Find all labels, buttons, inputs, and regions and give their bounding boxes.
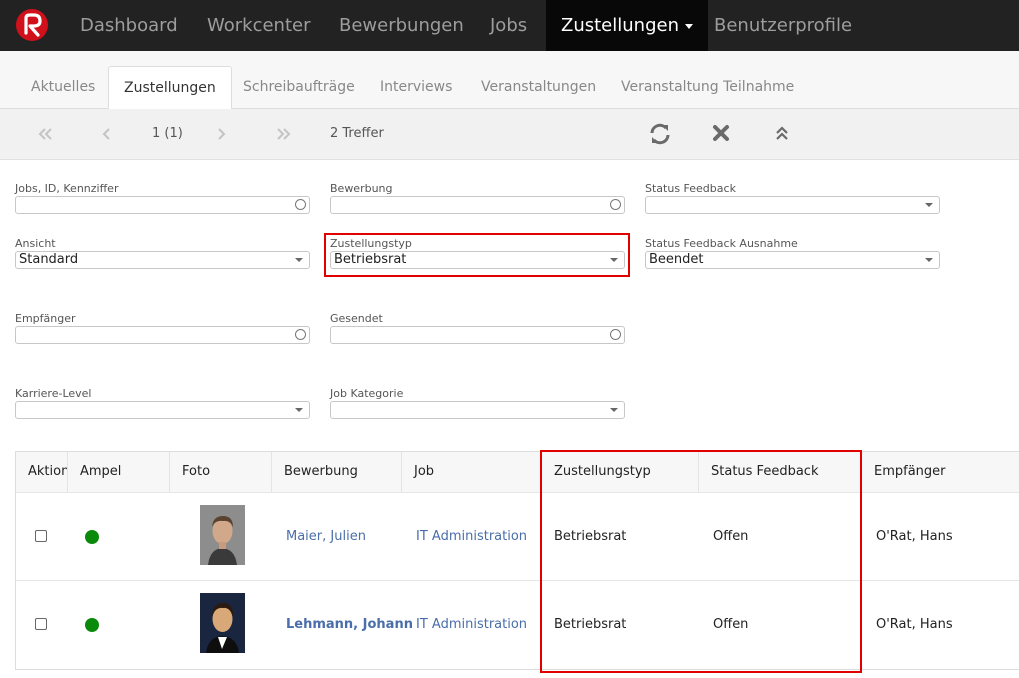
refresh-icon (650, 123, 670, 145)
col-header-ampel[interactable]: Ampel (68, 452, 170, 492)
col-header-job[interactable]: Job (402, 452, 542, 492)
chevron-down-icon (610, 408, 618, 412)
col-header-foto[interactable]: Foto (170, 452, 272, 492)
ansicht-select[interactable]: Standard (15, 251, 310, 269)
chevron-down-icon (610, 258, 618, 262)
double-chevron-left-icon (38, 128, 52, 140)
nav-bewerbungen[interactable]: Bewerbungen (339, 0, 464, 51)
karriere-select[interactable] (15, 401, 310, 419)
tab-aktuelles[interactable]: Aktuelles (31, 67, 95, 107)
chevron-right-icon (218, 128, 226, 140)
filter-gesendet-label: Gesendet (330, 312, 383, 325)
status-feedback-cell: Offen (713, 617, 749, 632)
ampel-status-icon (85, 618, 99, 632)
chevron-down-icon (295, 408, 303, 412)
table-row[interactable]: Maier, Julien IT Administration Betriebs… (16, 492, 1019, 580)
close-icon (713, 125, 729, 141)
nav-jobs[interactable]: Jobs (490, 0, 527, 51)
filter-status-ausnahme-label: Status Feedback Ausnahme (645, 237, 798, 250)
search-icon (295, 329, 306, 340)
prev-page-button[interactable] (101, 109, 111, 159)
job-link[interactable]: IT Administration (416, 581, 527, 669)
filter-empfaenger-label: Empfänger (15, 312, 76, 325)
filter-karriere-label: Karriere-Level (15, 387, 92, 400)
tab-veranstaltungen[interactable]: Veranstaltungen (481, 67, 596, 107)
chevron-down-icon (925, 258, 933, 262)
nav-workcenter[interactable]: Workcenter (207, 0, 311, 51)
page-indicator: 1 (1) (152, 126, 183, 141)
table-row[interactable]: Lehmann, Johann IT Administration Betrie… (16, 580, 1019, 668)
tab-interviews[interactable]: Interviews (380, 67, 452, 107)
filter-ansicht-label: Ansicht (15, 237, 56, 250)
kategorie-select[interactable] (330, 401, 625, 419)
double-chevron-right-icon (277, 128, 291, 140)
col-header-zustellungstyp[interactable]: Zustellungstyp (542, 452, 699, 492)
filter-jobs-label: Jobs, ID, Kennziffer (15, 182, 119, 195)
col-header-status-feedback[interactable]: Status Feedback (699, 452, 862, 492)
col-header-empfaenger[interactable]: Empfänger (862, 452, 1019, 492)
pagination-toolbar: 1 (1) 2 Treffer (0, 109, 1019, 160)
bewerbung-link[interactable]: Maier, Julien (286, 493, 366, 581)
tab-schreibauftraege[interactable]: Schreibaufträge (243, 67, 355, 107)
filter-status-feedback-label: Status Feedback (645, 182, 736, 195)
tab-zustellungen[interactable]: Zustellungen (108, 66, 232, 110)
top-navbar: Dashboard Workcenter Bewerbungen Jobs Zu… (0, 0, 1019, 51)
filter-bewerbung-label: Bewerbung (330, 182, 393, 195)
nav-benutzerprofile[interactable]: Benutzerprofile (714, 0, 852, 51)
nav-zustellungen-label: Zustellungen (561, 15, 679, 36)
hit-count: 2 Treffer (330, 126, 384, 141)
bewerbung-search-input[interactable] (330, 196, 625, 214)
bewerbung-link[interactable]: Lehmann, Johann (286, 581, 413, 669)
empfaenger-search-input[interactable] (15, 326, 310, 344)
status-feedback-select[interactable] (645, 196, 940, 214)
filter-kategorie-label: Job Kategorie (330, 387, 404, 400)
row-checkbox[interactable] (35, 618, 47, 630)
col-header-bewerbung[interactable]: Bewerbung (272, 452, 402, 492)
applicant-photo (200, 593, 245, 653)
row-checkbox[interactable] (35, 530, 47, 542)
chevron-down-icon (684, 23, 693, 29)
refresh-button[interactable] (649, 109, 671, 159)
job-link[interactable]: IT Administration (416, 493, 527, 581)
zustellungstyp-cell: Betriebsrat (554, 529, 627, 544)
first-page-button[interactable] (37, 109, 53, 159)
double-chevron-up-icon (776, 126, 788, 140)
chevron-down-icon (295, 258, 303, 262)
last-page-button[interactable] (276, 109, 292, 159)
filter-zustellungstyp-label: Zustellungstyp (330, 237, 412, 250)
status-ausnahme-select[interactable]: Beendet (645, 251, 940, 269)
zustellungstyp-cell: Betriebsrat (554, 617, 627, 632)
empfaenger-cell: O'Rat, Hans (876, 529, 953, 544)
app-logo-icon[interactable] (15, 8, 49, 42)
chevron-down-icon (925, 203, 933, 207)
empfaenger-cell: O'Rat, Hans (876, 617, 953, 632)
nav-dashboard[interactable]: Dashboard (80, 0, 178, 51)
search-icon (610, 199, 621, 210)
jobs-search-input[interactable] (15, 196, 310, 214)
applicant-photo (200, 505, 245, 565)
ampel-status-icon (85, 530, 99, 544)
zustellungstyp-select[interactable]: Betriebsrat (330, 251, 625, 269)
clear-filters-button[interactable] (712, 109, 730, 159)
chevron-left-icon (102, 128, 110, 140)
next-page-button[interactable] (217, 109, 227, 159)
search-icon (295, 199, 306, 210)
search-icon (610, 329, 621, 340)
col-header-aktion[interactable]: Aktion (16, 452, 68, 492)
nav-zustellungen[interactable]: Zustellungen (546, 0, 708, 51)
results-table: Aktion Ampel Foto Bewerbung Job Zustellu… (15, 451, 1019, 670)
tab-veranstaltung-teilnahme[interactable]: Veranstaltung Teilnahme (621, 67, 794, 107)
status-feedback-cell: Offen (713, 529, 749, 544)
sub-tabs: Aktuelles Zustellungen Schreibaufträge I… (0, 51, 1019, 110)
collapse-button[interactable] (774, 109, 790, 159)
gesendet-search-input[interactable] (330, 326, 625, 344)
